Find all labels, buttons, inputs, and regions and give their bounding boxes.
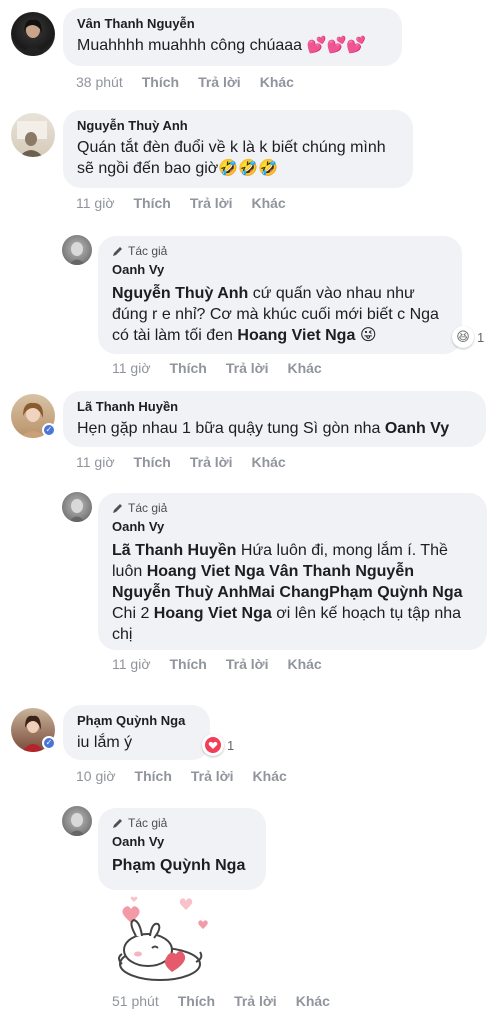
avatar[interactable]: [11, 113, 55, 157]
heart-reaction-icon: [202, 734, 224, 756]
comment-bubble: Phạm Quỳnh Nga iu lắm ý: [63, 705, 210, 760]
timestamp[interactable]: 38 phút: [76, 74, 123, 90]
timestamp[interactable]: 11 giờ: [112, 656, 151, 672]
author-label: Tác giả: [128, 816, 168, 830]
timestamp[interactable]: 11 giờ: [76, 195, 115, 211]
reaction-badge[interactable]: 1: [202, 734, 234, 756]
more-button[interactable]: Khác: [296, 993, 330, 1009]
mention-link[interactable]: Nguyễn Thuỳ Anh: [112, 285, 248, 302]
author-label: Tác giả: [128, 501, 168, 515]
comment-actions: 11 giờ Thích Trả lời Khác: [76, 195, 305, 211]
heart-emoji: 💕💕💕: [306, 37, 367, 54]
comment-text: Hẹn gặp nhau 1 bữa quậy tung Sì gòn nha: [77, 420, 385, 437]
commenter-name[interactable]: Oanh Vy: [112, 834, 252, 849]
more-button[interactable]: Khác: [251, 454, 285, 470]
like-button[interactable]: Thích: [135, 768, 172, 784]
mention-link[interactable]: Oanh Vy: [385, 420, 449, 437]
reply-bubble: Tác giả Oanh Vy Nguyễn Thuỳ Anh cứ quấn …: [98, 236, 462, 354]
comment-actions: 11 giờ Thích Trả lời Khác: [76, 454, 305, 470]
avatar[interactable]: [62, 235, 92, 265]
commenter-name[interactable]: Oanh Vy: [112, 519, 473, 534]
like-button[interactable]: Thích: [170, 360, 207, 376]
reaction-count: 1: [227, 737, 235, 753]
laugh-emoji: 🤣🤣🤣: [218, 160, 279, 177]
timestamp[interactable]: 10 giờ: [76, 768, 116, 784]
reaction-count: 1: [477, 329, 485, 345]
mention-link[interactable]: Phạm Quỳnh Nga: [112, 857, 245, 874]
mention-link[interactable]: Hoang Viet Nga: [237, 327, 355, 344]
commenter-name[interactable]: Lã Thanh Huyền: [77, 399, 472, 414]
author-badge: Tác giả: [112, 816, 252, 830]
pencil-icon: [113, 247, 122, 256]
more-button[interactable]: Khác: [260, 74, 294, 90]
comment-bubble: Nguyễn Thuỳ Anh Quán tắt đèn đuổi về k l…: [63, 110, 413, 188]
pencil-icon: [113, 819, 122, 828]
reply-bubble: Tác giả Oanh Vy Lã Thanh Huyền Hứa luôn …: [98, 493, 487, 650]
more-button[interactable]: Khác: [251, 195, 285, 211]
commenter-name[interactable]: Nguyễn Thuỳ Anh: [77, 118, 399, 133]
more-button[interactable]: Khác: [253, 768, 287, 784]
haha-reaction-icon: 😆: [452, 326, 474, 348]
verified-icon: ✓: [42, 736, 56, 750]
comment-actions: 10 giờ Thích Trả lời Khác: [76, 768, 306, 784]
mention-link[interactable]: Lã Thanh Huyền: [112, 542, 236, 559]
like-button[interactable]: Thích: [178, 993, 215, 1009]
comment-bubble: Vân Thanh Nguyễn Muahhhh muahhh công chú…: [63, 8, 402, 66]
bunny-love-sticker[interactable]: [108, 892, 212, 986]
like-button[interactable]: Thích: [142, 74, 179, 90]
comment-actions: 38 phút Thích Trả lời Khác: [76, 74, 313, 90]
mention-link[interactable]: Hoang Viet Nga: [154, 605, 272, 622]
avatar[interactable]: [62, 492, 92, 522]
reply-button[interactable]: Trả lời: [234, 993, 277, 1009]
commenter-name[interactable]: Oanh Vy: [112, 262, 448, 277]
comment-text: iu lắm ý: [77, 734, 133, 751]
reply-button[interactable]: Trả lời: [226, 360, 269, 376]
reply-button[interactable]: Trả lời: [190, 195, 233, 211]
wink-emoji: 😜: [359, 327, 377, 344]
mention-link[interactable]: Hoang Viet Nga Vân Thanh Nguyễn Nguyễn T…: [112, 563, 463, 601]
more-button[interactable]: Khác: [287, 360, 321, 376]
timestamp[interactable]: 11 giờ: [112, 360, 151, 376]
verified-icon: ✓: [42, 423, 56, 437]
comment-actions: 51 phút Thích Trả lời Khác: [112, 993, 349, 1009]
avatar[interactable]: [11, 12, 55, 56]
reaction-badge[interactable]: 😆 1: [452, 326, 484, 348]
comment-text: Chi 2: [112, 605, 154, 622]
reply-bubble: Tác giả Oanh Vy Phạm Quỳnh Nga: [98, 808, 266, 890]
comment-actions: 11 giờ Thích Trả lời Khác: [112, 656, 341, 672]
author-label: Tác giả: [128, 244, 168, 258]
reply-button[interactable]: Trả lời: [226, 656, 269, 672]
like-button[interactable]: Thích: [170, 656, 207, 672]
more-button[interactable]: Khác: [287, 656, 321, 672]
comment-bubble: Lã Thanh Huyền Hẹn gặp nhau 1 bữa quậy t…: [63, 391, 486, 447]
reply-button[interactable]: Trả lời: [198, 74, 241, 90]
reply-button[interactable]: Trả lời: [190, 454, 233, 470]
timestamp[interactable]: 11 giờ: [76, 454, 115, 470]
author-badge: Tác giả: [112, 501, 473, 515]
like-button[interactable]: Thích: [134, 454, 171, 470]
timestamp[interactable]: 51 phút: [112, 993, 159, 1009]
like-button[interactable]: Thích: [134, 195, 171, 211]
avatar[interactable]: [62, 806, 92, 836]
comment-actions: 11 giờ Thích Trả lời Khác: [112, 360, 341, 376]
commenter-name[interactable]: Phạm Quỳnh Nga: [77, 713, 196, 728]
comment-text: Muahhhh muahhh công chúaaa: [77, 37, 303, 54]
author-badge: Tác giả: [112, 244, 448, 258]
reply-button[interactable]: Trả lời: [191, 768, 234, 784]
commenter-name[interactable]: Vân Thanh Nguyễn: [77, 16, 388, 31]
pencil-icon: [113, 504, 122, 513]
